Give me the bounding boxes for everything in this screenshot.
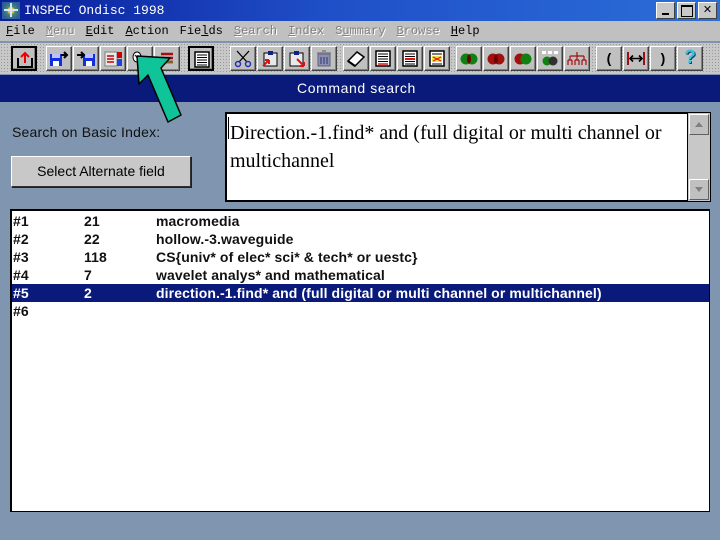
open-paren-button[interactable]: (	[596, 46, 622, 71]
lookup-icon	[132, 51, 142, 63]
command-search-title: Command search	[297, 80, 416, 96]
history-row[interactable]: #3 118 CS{univ* of elec* sci* & tech* or u…	[12, 248, 709, 266]
load-search-button[interactable]	[73, 46, 99, 71]
history-row[interactable]: #6	[12, 302, 709, 320]
document-lines-button[interactable]	[370, 46, 396, 71]
menu-index[interactable]: Index	[288, 24, 324, 38]
operator-and-button[interactable]	[456, 46, 482, 71]
list-icon	[161, 52, 173, 64]
search-query: macromedia	[156, 213, 240, 229]
full-record-icon	[194, 51, 210, 68]
eraser-button[interactable]	[343, 46, 369, 71]
help-button[interactable]: ?	[677, 46, 703, 71]
search-history-list[interactable]: #1 21 macromedia #2 22 hollow.-3.waveguide #3 1…	[10, 209, 710, 512]
trash-icon	[317, 50, 331, 67]
set-number: #2	[13, 231, 29, 247]
cut-button[interactable]	[230, 46, 256, 71]
menu-edit[interactable]: Edit	[86, 24, 115, 38]
lookup-button[interactable]	[127, 46, 153, 71]
title-bar: INSPEC Ondisc 1998 ✕	[0, 0, 720, 21]
set-number: #6	[13, 303, 29, 319]
load-search-icon	[77, 51, 95, 66]
operator-or-icon	[487, 53, 505, 65]
records-button[interactable]	[100, 46, 126, 71]
copy-button[interactable]	[257, 46, 283, 71]
app-icon	[2, 2, 20, 19]
thesaurus-tree-button[interactable]	[564, 46, 590, 71]
text-caret	[228, 117, 229, 139]
command-search-header: Command search	[0, 75, 720, 102]
thesaurus-tree-icon	[567, 52, 587, 65]
menu-fields[interactable]: Fields	[180, 24, 223, 38]
search-query: wavelet analys* and mathematical	[156, 267, 385, 283]
operator-or-button[interactable]	[483, 46, 509, 71]
menu-bar: File Menu Edit Action Fields Search Index Summa…	[0, 21, 720, 42]
toolbar: ( ) ?	[0, 43, 720, 74]
minimize-button[interactable]	[656, 2, 675, 19]
menu-help[interactable]: Help	[451, 24, 480, 38]
menu-search[interactable]: Search	[234, 24, 277, 38]
search-query: direction.-1.find* and (full digital or …	[156, 285, 602, 301]
list-button[interactable]	[154, 46, 180, 71]
query-scrollbar[interactable]	[687, 112, 711, 202]
hit-count: 2	[84, 285, 92, 301]
operator-not-icon	[514, 53, 532, 65]
proximity-button[interactable]	[623, 46, 649, 71]
menu-summary[interactable]: Summary	[335, 24, 385, 38]
menu-file[interactable]: File	[6, 24, 35, 38]
document-marked-icon	[402, 50, 418, 67]
set-number: #5	[13, 285, 29, 301]
history-row[interactable]: #2 22 hollow.-3.waveguide	[12, 230, 709, 248]
operator-xor-icon	[542, 51, 558, 66]
operator-and-icon	[460, 53, 478, 65]
cut-icon	[234, 50, 252, 68]
menu-action[interactable]: Action	[125, 24, 168, 38]
operator-not-button[interactable]	[510, 46, 536, 71]
history-row[interactable]: #1 21 macromedia	[12, 212, 709, 230]
search-index-label: Search on Basic Index:	[12, 124, 161, 140]
copy-icon	[262, 51, 278, 67]
hit-count: 118	[84, 249, 107, 265]
menu-browse[interactable]: Browse	[397, 24, 440, 38]
set-number: #4	[13, 267, 29, 283]
scroll-up-button[interactable]	[689, 114, 709, 135]
maximize-button[interactable]	[677, 2, 696, 19]
hit-count: 21	[84, 213, 100, 229]
paste-icon	[289, 51, 305, 67]
document-highlight-icon	[429, 50, 445, 67]
records-icon	[104, 51, 122, 67]
hit-count: 7	[84, 267, 92, 283]
select-alternate-field-button[interactable]: Select Alternate field	[11, 156, 191, 187]
exit-icon	[17, 51, 33, 68]
search-query: CS{univ* of elec* sci* & tech* or uestc}	[156, 249, 418, 265]
trash-button[interactable]	[311, 46, 337, 71]
query-input[interactable]: Direction.-1.find* and (full digital or …	[225, 112, 711, 202]
history-row[interactable]: #4 7 wavelet analys* and mathematical	[12, 266, 709, 284]
scroll-down-button[interactable]	[689, 179, 709, 200]
hit-count: 22	[84, 231, 100, 247]
operator-xor-button[interactable]	[537, 46, 563, 71]
paste-button[interactable]	[284, 46, 310, 71]
full-record-button[interactable]	[188, 46, 214, 71]
eraser-icon	[346, 51, 366, 67]
close-paren-button[interactable]: )	[650, 46, 676, 71]
document-lines-icon	[375, 50, 391, 67]
search-query: hollow.-3.waveguide	[156, 231, 294, 247]
menu-menu[interactable]: Menu	[46, 24, 75, 38]
set-number: #3	[13, 249, 29, 265]
query-text[interactable]: Direction.-1.find* and (full digital or …	[230, 119, 688, 175]
exit-button[interactable]	[11, 46, 37, 71]
set-number: #1	[13, 213, 29, 229]
save-search-icon	[50, 51, 69, 66]
save-search-button[interactable]	[46, 46, 72, 71]
document-highlight-button[interactable]	[424, 46, 450, 71]
document-marked-button[interactable]	[397, 46, 423, 71]
window-title: INSPEC Ondisc 1998	[24, 3, 165, 18]
close-button[interactable]: ✕	[698, 2, 717, 19]
history-row[interactable]: #5 2 direction.-1.find* and (full digital …	[12, 284, 709, 302]
window-controls: ✕	[656, 2, 717, 19]
proximity-icon	[627, 52, 645, 65]
